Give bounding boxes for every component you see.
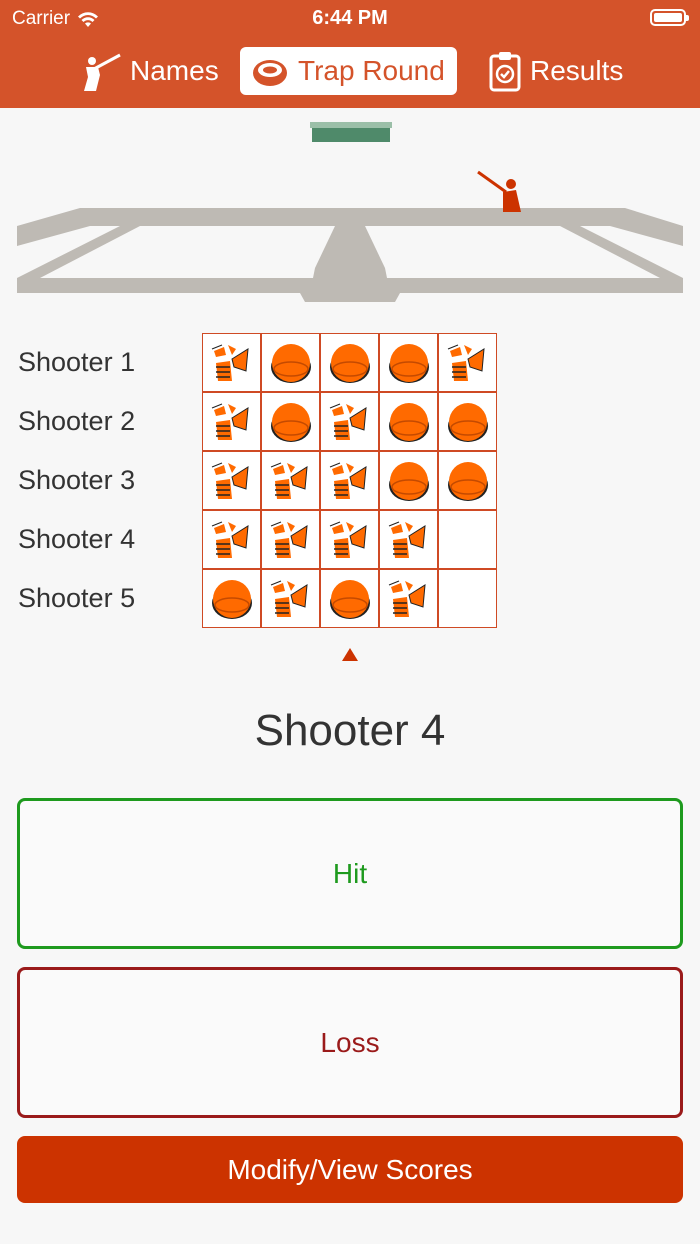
score-cell-5-5 — [438, 569, 497, 628]
clipboard-check-icon — [488, 50, 522, 92]
broken-clay-target-icon — [270, 521, 308, 558]
broken-clay-target-icon — [211, 521, 249, 558]
score-cell-5-4 — [379, 569, 438, 628]
score-cell-4-2 — [261, 510, 320, 569]
score-cell-5-1 — [202, 569, 261, 628]
broken-clay-target-icon — [211, 403, 249, 440]
tab-names-label: Names — [130, 55, 219, 86]
whole-clay-target-icon — [329, 343, 370, 383]
whole-clay-target-icon — [447, 402, 488, 442]
loss-button[interactable]: Loss — [17, 967, 683, 1118]
score-cell-5-2 — [261, 569, 320, 628]
shooter-1-label: Shooter 1 — [18, 347, 136, 377]
broken-clay-target-icon — [447, 344, 485, 381]
whole-clay-target-icon — [447, 461, 488, 501]
score-cell-5-3 — [320, 569, 379, 628]
broken-clay-target-icon — [329, 462, 367, 499]
score-cell-3-3 — [320, 451, 379, 510]
whole-clay-target-icon — [388, 343, 429, 383]
score-cell-2-3 — [320, 392, 379, 451]
battery-icon — [650, 9, 689, 26]
score-cell-3-4 — [379, 451, 438, 510]
score-grid — [202, 333, 499, 630]
broken-clay-target-icon — [388, 580, 426, 617]
score-cell-1-4 — [379, 333, 438, 392]
broken-clay-target-icon — [211, 462, 249, 499]
hit-button[interactable]: Hit — [17, 798, 683, 949]
score-cell-4-4 — [379, 510, 438, 569]
score-cell-1-2 — [261, 333, 320, 392]
broken-clay-target-icon — [270, 580, 308, 617]
broken-clay-target-icon — [388, 521, 426, 558]
current-station-indicator — [342, 648, 358, 661]
whole-clay-target-icon — [270, 402, 311, 442]
tab-trap-round-label: Trap Round — [298, 55, 445, 86]
score-cell-2-1 — [202, 392, 261, 451]
active-shooter-icon — [477, 170, 521, 212]
shooter-5-label: Shooter 5 — [18, 583, 136, 613]
current-shooter-title: Shooter 4 — [254, 706, 446, 755]
score-cell-3-2 — [261, 451, 320, 510]
status-bar: Carrier 6:44 PM — [0, 0, 700, 36]
trap-field-diagram — [17, 122, 683, 302]
tab-bar: Names Trap Round Results — [0, 44, 700, 100]
score-cell-3-1 — [202, 451, 261, 510]
score-cell-4-5 — [438, 510, 497, 569]
app-header: Carrier 6:44 PM Names Trap Round Results — [0, 0, 700, 108]
clay-target-icon — [250, 51, 290, 91]
tab-trap-round[interactable]: Trap Round — [240, 47, 457, 95]
broken-clay-target-icon — [270, 462, 308, 499]
shooting-stations-walkway — [17, 208, 683, 302]
shooter-2-label: Shooter 2 — [18, 406, 136, 436]
score-cell-2-2 — [261, 392, 320, 451]
shooter-3-label: Shooter 3 — [18, 465, 136, 495]
score-cell-2-5 — [438, 392, 497, 451]
shooter-icon — [78, 49, 122, 93]
whole-clay-target-icon — [388, 402, 429, 442]
score-cell-1-5 — [438, 333, 497, 392]
score-cell-4-3 — [320, 510, 379, 569]
score-cell-1-3 — [320, 333, 379, 392]
tab-names[interactable]: Names — [68, 47, 229, 95]
broken-clay-target-icon — [329, 403, 367, 440]
clock: 6:44 PM — [312, 7, 388, 29]
whole-clay-target-icon — [270, 343, 311, 383]
modify-view-scores-button[interactable]: Modify/View Scores — [17, 1136, 683, 1203]
whole-clay-target-icon — [329, 579, 370, 619]
whole-clay-target-icon — [388, 461, 429, 501]
tab-results-label: Results — [530, 55, 624, 86]
score-cell-3-5 — [438, 451, 497, 510]
trap-house-icon — [310, 122, 392, 142]
whole-clay-target-icon — [211, 579, 252, 619]
score-cell-1-1 — [202, 333, 261, 392]
broken-clay-target-icon — [329, 521, 367, 558]
score-cell-2-4 — [379, 392, 438, 451]
score-cell-4-1 — [202, 510, 261, 569]
broken-clay-target-icon — [211, 344, 249, 381]
tab-results[interactable]: Results — [478, 47, 633, 95]
shooter-4-label: Shooter 4 — [18, 524, 136, 554]
